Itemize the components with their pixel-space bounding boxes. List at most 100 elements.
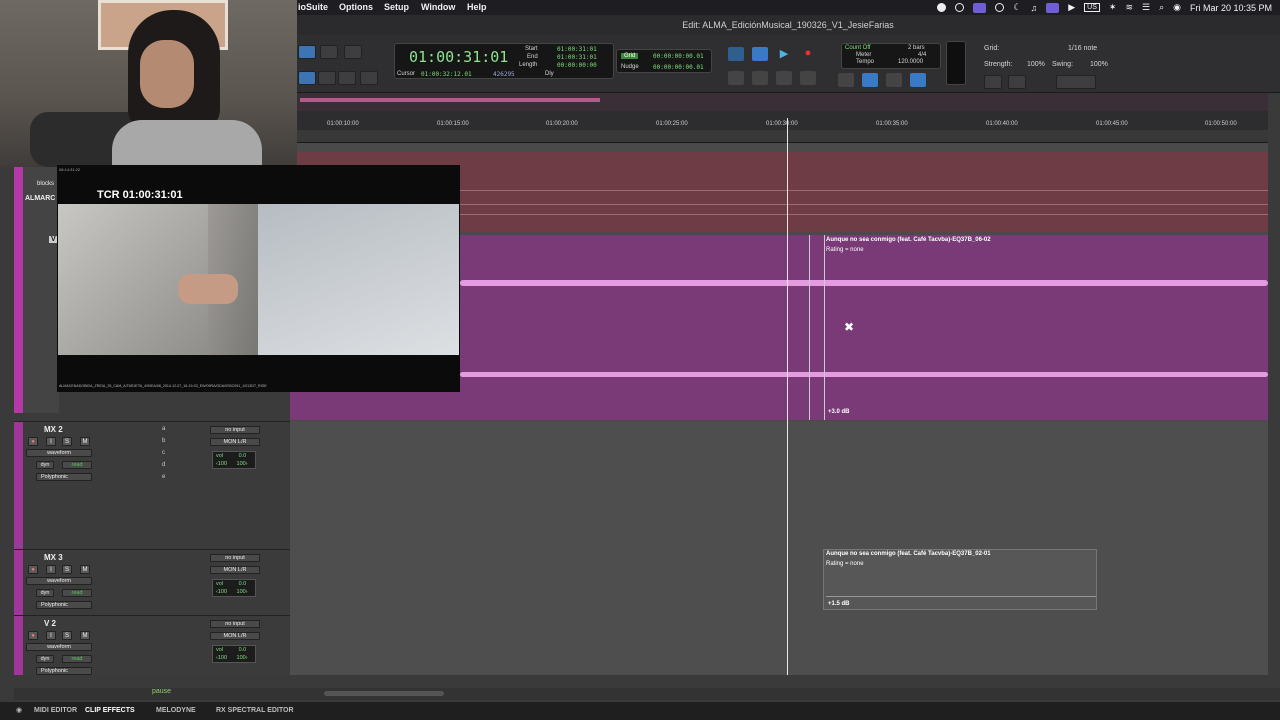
count-off-label[interactable]: Count Off [845,45,871,51]
vol-value[interactable]: 0.0 [239,581,247,587]
clip-gain[interactable]: +1.5 dB [828,601,850,607]
insert-slot[interactable]: b [162,438,165,444]
mute-button[interactable]: M [80,437,90,446]
pan-left[interactable]: ‹100 [216,655,227,661]
automation-mode[interactable]: read [62,461,92,469]
screen-share-icon[interactable] [973,2,987,13]
record-status-icon[interactable] [937,3,947,12]
automation-mode[interactable]: read [62,589,92,597]
track-view-selector[interactable]: waveform [26,643,92,651]
bluetooth-icon[interactable]: ✶ [1109,2,1117,13]
tab-clip-effects[interactable]: CLIP EFFECTS [85,707,135,714]
tempo-value[interactable]: 120.0000 [898,59,923,65]
menu-setup[interactable]: Setup [384,2,409,12]
wait-for-note-button[interactable] [886,73,902,87]
tabs-menu-icon[interactable]: ◉ [16,706,22,714]
volume-pan-display[interactable]: vol 0.0 ‹100 100› [212,579,256,597]
search-icon[interactable]: ⌕ [1159,2,1164,13]
track-view-selector[interactable]: waveform [26,449,92,457]
metronome-button[interactable] [910,73,926,87]
wifi-icon[interactable]: ≋ [1125,2,1133,13]
length-value[interactable]: 00:00:00:00 [557,62,597,69]
overview-selection[interactable] [300,98,600,102]
dyn-button[interactable]: dyn [36,589,54,597]
scrubber-tool-button[interactable] [338,71,356,85]
input-monitor-button[interactable]: I [46,437,56,446]
selector-tool-button[interactable] [298,71,316,85]
strength-value[interactable]: 100% [1027,61,1045,68]
input-selector[interactable]: no input [210,620,260,628]
pan-right[interactable]: 100› [237,655,248,661]
go-to-end-button[interactable] [800,71,816,85]
dyn-button[interactable]: dyn [36,655,54,663]
elastic-audio-plugin[interactable]: Polyphonic [36,473,92,481]
input-monitor-button[interactable]: I [46,631,56,640]
menu-options[interactable]: Options [339,2,373,12]
smart-tool-button[interactable] [360,71,378,85]
vol-value[interactable]: 0.0 [239,453,247,459]
automation-mode[interactable]: read [62,655,92,663]
record-arm-button[interactable]: ● [28,565,38,574]
solo-button[interactable]: S [62,565,72,574]
solo-button[interactable]: S [62,437,72,446]
audio-clip-mx3[interactable]: Aunque no sea conmigo (feat. Café Tacvba… [823,549,1097,610]
track-lane-mx3[interactable] [290,549,1268,615]
tab-rx-spectral-editor[interactable]: RX SPECTRAL EDITOR [216,707,294,714]
track-name[interactable]: MX 2 [44,425,63,434]
control-center-icon[interactable]: ☰ [1142,2,1150,13]
stop-button[interactable] [752,47,768,61]
clip-gain[interactable]: +3.0 dB [828,409,850,415]
menubar-clock[interactable]: Fri Mar 20 10:35 PM [1190,3,1272,13]
zoom-out-button[interactable] [1008,75,1026,89]
video-window[interactable]: 08:14:31:22 TCR 01:00:31:01 ALMACENADOBI… [57,165,460,392]
delay-label[interactable]: Dly [545,71,554,77]
midi-merge-button[interactable] [838,73,854,87]
insert-slot[interactable]: e [162,474,165,480]
pan-left[interactable]: ‹100 [216,461,227,467]
siri-icon[interactable]: ◉ [1173,2,1181,13]
rewind-button[interactable] [752,71,768,85]
scroll-thumb[interactable] [324,691,444,696]
count-off-bars[interactable]: 2 bars [908,45,925,51]
record-button[interactable]: ● [800,47,816,61]
grid-mode-badge[interactable]: Grid [621,53,639,59]
pan-left[interactable]: ‹100 [216,589,227,595]
start-value[interactable]: 01:00:31:01 [557,46,597,53]
input-selector[interactable]: no input [210,554,260,562]
settings-gear-button[interactable] [1056,75,1096,89]
menu-iosuite[interactable]: ioSuite [298,2,328,12]
record-arm-button[interactable]: ● [28,437,38,446]
elastic-audio-plugin[interactable]: Polyphonic [36,667,92,675]
trim-tool-button[interactable] [320,45,338,59]
output-selector[interactable]: MON L/R [210,566,260,574]
grid-value[interactable]: 00:00:00:00.01 [653,53,704,60]
pan-right[interactable]: 100› [237,589,248,595]
end-value[interactable]: 01:00:31:01 [557,54,597,61]
meter-value[interactable]: 4/4 [918,52,926,58]
nudge-value[interactable]: 00:00:00:00.01 [653,64,704,71]
playhead[interactable] [787,118,788,675]
horizontal-scrollbar[interactable]: pause [14,688,1280,700]
output-selector[interactable]: MON L/R [210,632,260,640]
insert-slot[interactable]: d [162,462,165,468]
track-name[interactable]: MX 3 [44,553,63,562]
input-selector[interactable]: no input [210,426,260,434]
input-monitor-button[interactable]: I [46,565,56,574]
nudge-label[interactable]: Nudge [621,64,639,70]
menu-help[interactable]: Help [467,2,487,12]
grid-note-value[interactable]: 1/16 note [1068,45,1097,52]
play-circle-icon[interactable]: ▶ [1068,2,1075,13]
volume-pan-display[interactable]: vol 0.0 ‹100 100› [212,451,256,469]
record-arm-button[interactable]: ● [28,631,38,640]
input-source-badge[interactable]: US [1084,3,1100,12]
mute-button[interactable]: M [80,565,90,574]
session-overview[interactable] [296,93,1268,111]
clip-name[interactable]: Aunque no sea conmigo (feat. Café Tacvba… [826,237,991,243]
menu-window[interactable]: Window [421,2,455,12]
tab-midi-editor[interactable]: MIDI EDITOR [34,707,77,714]
crossfade[interactable] [809,235,825,420]
marker-ruler[interactable] [296,130,1268,142]
return-to-zero-button[interactable] [728,71,744,85]
play-button[interactable]: ▶ [776,47,792,61]
track-name[interactable]: V 2 [44,619,56,628]
